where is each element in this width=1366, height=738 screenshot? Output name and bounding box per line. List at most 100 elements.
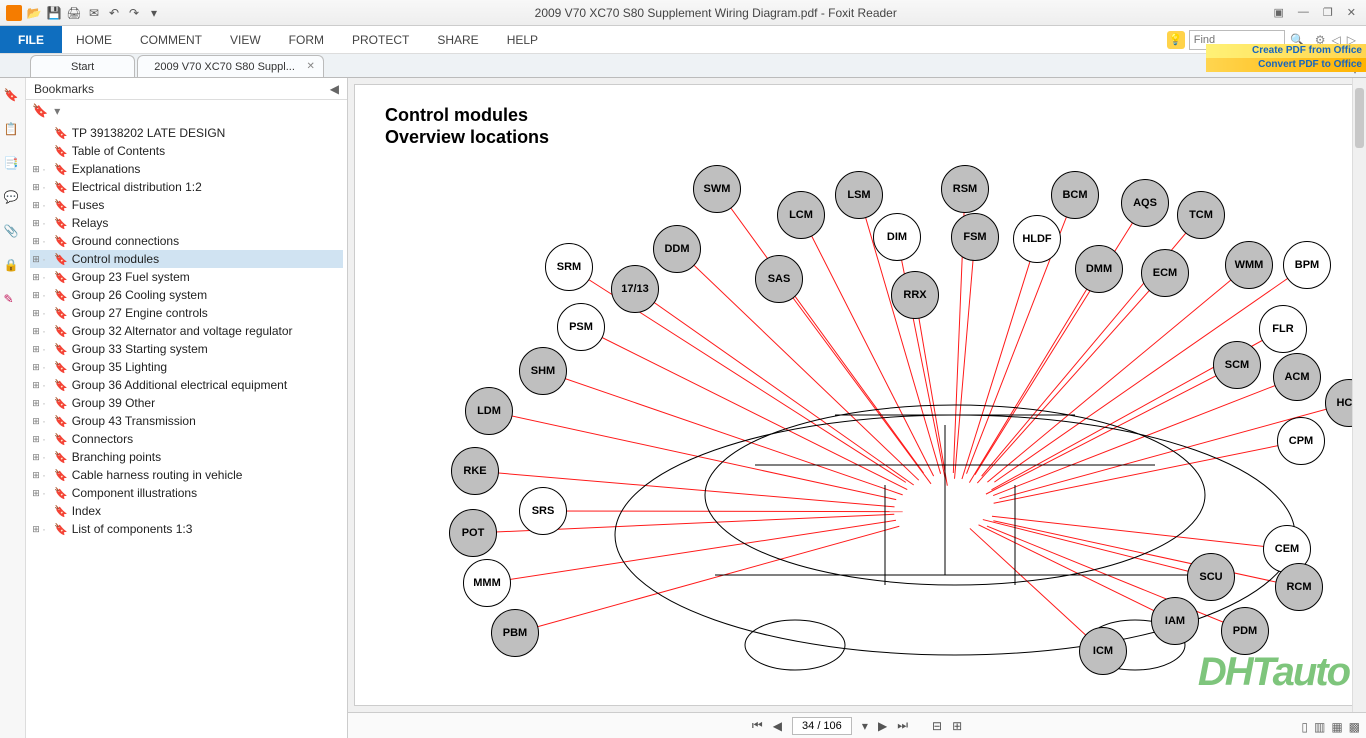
bookmark-icon: 🔖 [54,127,68,140]
expand-icon[interactable]: ⊞ [30,290,42,301]
email-icon[interactable]: ✉ [86,5,102,21]
maximize-icon[interactable]: ❐ [1323,6,1333,19]
collapse-panel-icon[interactable]: ◀ [330,82,339,96]
print-icon[interactable]: 🖨 [66,5,82,21]
tab-start[interactable]: Start [30,55,135,77]
file-menu[interactable]: FILE [0,26,62,53]
security-tool-icon[interactable]: 🔒 [4,258,22,276]
promo-banner[interactable]: Create PDF from Office Convert PDF to Of… [1206,44,1366,72]
bookmark-icon: 🔖 [54,487,68,500]
layers-tool-icon[interactable]: 📑 [4,156,22,174]
continuous-facing-icon[interactable]: ▩ [1349,720,1360,734]
single-page-icon[interactable]: ▯ [1301,720,1308,734]
bookmark-item[interactable]: ⊞·🔖Component illustrations [30,484,343,502]
expand-icon[interactable]: ⊞ [30,164,42,175]
expand-all-icon[interactable]: 🔖 [32,103,48,119]
expand-icon[interactable]: ⊞ [30,470,42,481]
clipboard-tool-icon[interactable]: 📋 [4,122,22,140]
scrollbar-thumb[interactable] [1355,88,1364,148]
expand-icon[interactable]: ⊞ [30,326,42,337]
comment-tool-icon[interactable]: 💬 [4,190,22,208]
menu-share[interactable]: SHARE [423,26,492,53]
bookmark-item[interactable]: ⊞·🔖Group 36 Additional electrical equipm… [30,376,343,394]
bookmark-item[interactable]: ⊞·🔖Control modules [30,250,343,268]
open-icon[interactable]: 📂 [26,5,42,21]
tip-icon[interactable]: 💡 [1167,31,1185,49]
sign-tool-icon[interactable]: ✎ [4,292,22,310]
bookmark-item[interactable]: ⊞·🔖List of components 1:3 [30,520,343,538]
expand-icon[interactable]: ⊞ [30,308,42,319]
expand-icon[interactable]: ⊞ [30,524,42,535]
redo-icon[interactable]: ↷ [126,5,142,21]
expand-icon[interactable]: ⊞ [30,200,42,211]
bookmark-item[interactable]: ⊞·🔖Fuses [30,196,343,214]
bookmark-item[interactable]: ⊞·🔖Group 26 Cooling system [30,286,343,304]
minimize-icon[interactable]: — [1298,6,1309,19]
bookmark-item[interactable]: 🔖TP 39138202 LATE DESIGN [30,124,343,142]
undo-icon[interactable]: ↶ [106,5,122,21]
vertical-scrollbar[interactable] [1352,78,1366,712]
bookmark-item[interactable]: 🔖Table of Contents [30,142,343,160]
page-dropdown-icon[interactable]: ▾ [862,719,868,733]
bookmark-item[interactable]: ⊞·🔖Group 32 Alternator and voltage regul… [30,322,343,340]
bookmark-item[interactable]: ⊞·🔖Connectors [30,430,343,448]
expand-icon[interactable]: ⊞ [30,182,42,193]
bookmark-options-icon[interactable]: ▾ [54,104,60,118]
zoom-out-icon[interactable]: ⊟ [932,719,942,733]
facing-icon[interactable]: ▦ [1331,720,1342,734]
expand-icon[interactable]: ⊞ [30,380,42,391]
first-page-icon[interactable]: ⏮ [752,718,763,733]
bookmark-item[interactable]: ⊞·🔖Electrical distribution 1:2 [30,178,343,196]
ribbon-toggle-icon[interactable]: ▣ [1274,6,1284,19]
attach-tool-icon[interactable]: 📎 [4,224,22,242]
bookmark-item[interactable]: ⊞·🔖Group 39 Other [30,394,343,412]
menu-help[interactable]: HELP [493,26,552,53]
save-icon[interactable]: 💾 [46,5,62,21]
menu-comment[interactable]: COMMENT [126,26,216,53]
last-page-icon[interactable]: ⏭ [897,718,908,733]
page-number-input[interactable] [792,717,852,735]
module-FSM: FSM [951,213,999,261]
expand-icon[interactable]: ⊞ [30,398,42,409]
expand-icon[interactable]: ⊞ [30,362,42,373]
bookmark-item[interactable]: ⊞·🔖Group 27 Engine controls [30,304,343,322]
bookmarks-tree[interactable]: 🔖TP 39138202 LATE DESIGN🔖Table of Conten… [26,122,347,738]
bookmark-item[interactable]: ⊞·🔖Branching points [30,448,343,466]
qat-dropdown-icon[interactable]: ▾ [146,5,162,21]
continuous-icon[interactable]: ▥ [1314,720,1325,734]
page-canvas[interactable]: Control modules Overview locations DHTau… [354,84,1360,706]
bookmark-item[interactable]: ⊞·🔖Group 43 Transmission [30,412,343,430]
expand-icon[interactable]: ⊞ [30,452,42,463]
bookmark-item[interactable]: ⊞·🔖Relays [30,214,343,232]
bookmark-item[interactable]: ⊞·🔖Group 35 Lighting [30,358,343,376]
menu-home[interactable]: HOME [62,26,126,53]
bookmark-item[interactable]: ⊞·🔖Explanations [30,160,343,178]
bookmark-item[interactable]: ⊞·🔖Cable harness routing in vehicle [30,466,343,484]
expand-icon[interactable]: ⊞ [30,218,42,229]
bookmark-item[interactable]: 🔖Index [30,502,343,520]
menu-form[interactable]: FORM [275,26,338,53]
menu-protect[interactable]: PROTECT [338,26,423,53]
close-icon[interactable]: ✕ [1347,6,1356,19]
menu-view[interactable]: VIEW [216,26,275,53]
bookmarks-title: Bookmarks [34,82,94,96]
bookmark-item[interactable]: ⊞·🔖Group 33 Starting system [30,340,343,358]
bookmark-item[interactable]: ⊞·🔖Ground connections [30,232,343,250]
module-HLDF: HLDF [1013,215,1061,263]
expand-icon[interactable]: ⊞ [30,254,42,265]
module-LSM: LSM [835,171,883,219]
bookmark-icon: 🔖 [54,325,68,338]
tab-document[interactable]: 2009 V70 XC70 S80 Suppl...✕ [137,55,324,77]
expand-icon[interactable]: ⊞ [30,434,42,445]
next-page-icon[interactable]: ▶ [878,719,887,733]
expand-icon[interactable]: ⊞ [30,236,42,247]
expand-icon[interactable]: ⊞ [30,344,42,355]
expand-icon[interactable]: ⊞ [30,272,42,283]
bookmark-tool-icon[interactable]: 🔖 [4,88,22,106]
expand-icon[interactable]: ⊞ [30,488,42,499]
tab-close-icon[interactable]: ✕ [307,61,315,72]
expand-icon[interactable]: ⊞ [30,416,42,427]
zoom-in-icon[interactable]: ⊞ [952,719,962,733]
bookmark-item[interactable]: ⊞·🔖Group 23 Fuel system [30,268,343,286]
prev-page-icon[interactable]: ◀ [773,719,782,733]
